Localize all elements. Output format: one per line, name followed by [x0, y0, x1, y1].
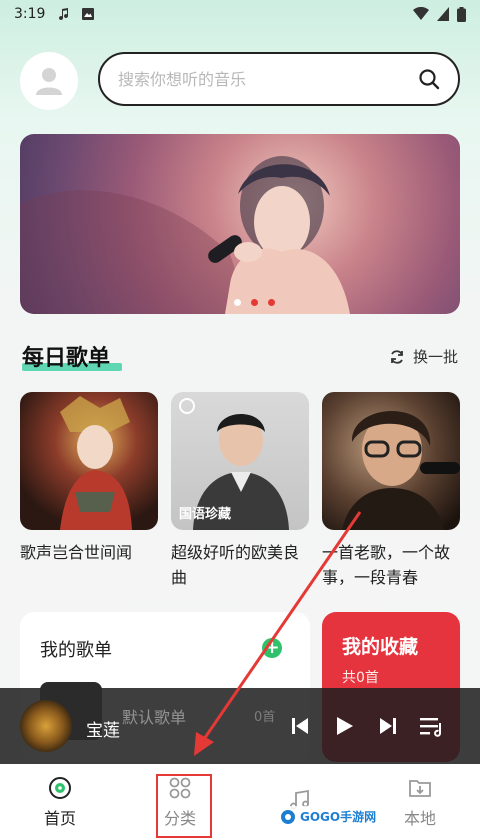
- bottom-tab-bar: 首页 分类 本地: [0, 764, 480, 840]
- signal-icon: [437, 7, 449, 21]
- carousel-dot-3[interactable]: [268, 299, 275, 306]
- playlist-cover-1: [20, 392, 158, 530]
- default-playlist-name: 默认歌单: [122, 708, 187, 727]
- banner-carousel[interactable]: [20, 134, 460, 314]
- refresh-label: 换一批: [412, 348, 458, 366]
- album-art[interactable]: [20, 700, 72, 752]
- music-app-status-icon: [59, 8, 69, 21]
- daily-title-text: 每日歌单: [22, 346, 111, 371]
- opera-figure-image: [60, 396, 132, 530]
- tab-home-label: 首页: [43, 809, 76, 828]
- user-avatar[interactable]: [20, 52, 78, 110]
- disc-icon: [47, 775, 73, 801]
- status-bar: 3:19: [0, 0, 480, 28]
- playlist-caption-1: 歌声岂合世间闻: [20, 543, 133, 562]
- carousel-dot-1[interactable]: [234, 299, 241, 306]
- refresh-button[interactable]: 换一批: [389, 346, 458, 367]
- tab-home[interactable]: 首页: [0, 764, 120, 840]
- queue-icon: [420, 718, 441, 737]
- watermark-logo-icon: [281, 809, 295, 824]
- netease-icon: [179, 398, 195, 414]
- carousel-dots: [234, 299, 275, 306]
- search-bar[interactable]: [98, 52, 460, 106]
- category-tab-highlight-box: [156, 774, 212, 838]
- annotation-arrow-icon: [194, 511, 362, 756]
- tab-local[interactable]: 本地: [360, 764, 480, 840]
- daily-playlist-title: 每日歌单: [22, 340, 122, 372]
- tab-music[interactable]: [240, 764, 360, 840]
- refresh-icon: [391, 349, 403, 364]
- watermark-text: GOGO手游网: [300, 810, 377, 824]
- my-playlists-title: 我的歌单: [40, 640, 112, 661]
- user-icon: [36, 68, 62, 95]
- watermark: GOGO手游网: [276, 806, 381, 827]
- tab-local-label: 本地: [403, 809, 436, 828]
- search-input[interactable]: [118, 69, 418, 89]
- battery-icon: [457, 6, 466, 22]
- download-folder-icon: [407, 775, 433, 801]
- wifi-icon: [413, 7, 429, 20]
- search-icon[interactable]: [418, 68, 440, 90]
- playlist-card-1[interactable]: 歌声岂合世间闻: [20, 392, 158, 565]
- banner-image: [20, 156, 350, 314]
- image-status-icon: [82, 8, 95, 20]
- playlist-queue-button[interactable]: [418, 712, 446, 740]
- next-button[interactable]: [374, 712, 402, 740]
- next-icon: [380, 718, 396, 734]
- carousel-dot-2[interactable]: [251, 299, 258, 306]
- now-playing-title: 宝莲: [86, 721, 120, 741]
- status-time: 3:19: [14, 6, 46, 22]
